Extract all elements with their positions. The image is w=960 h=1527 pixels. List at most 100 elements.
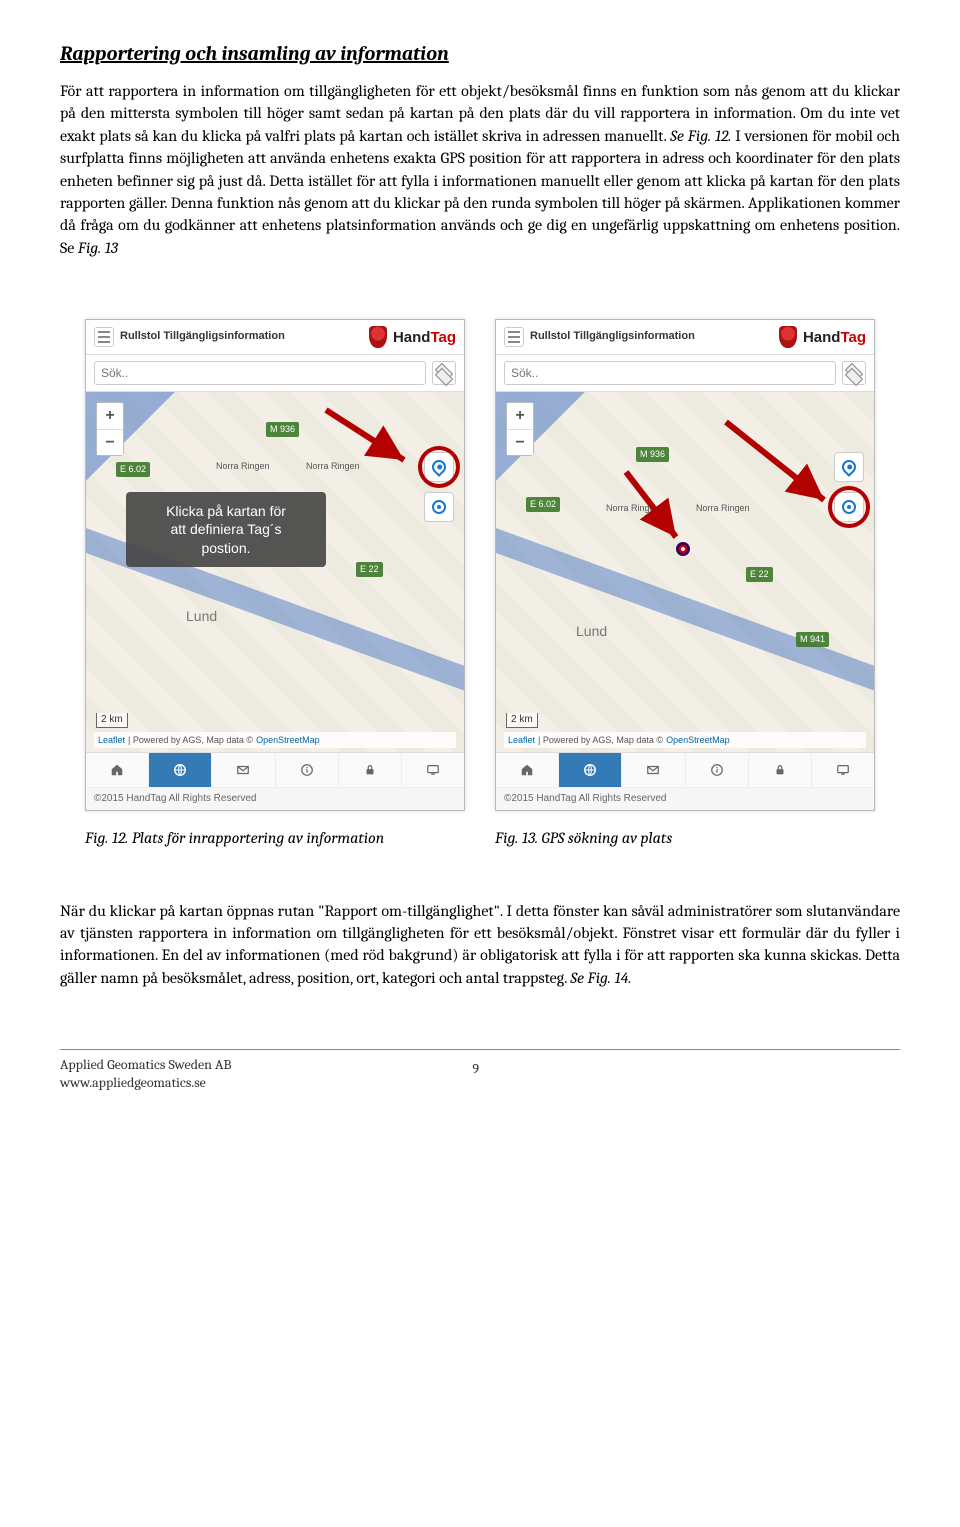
app-header-title: Rullstol Tillgängligsinformation bbox=[530, 329, 773, 344]
target-icon bbox=[842, 500, 856, 514]
scale-bar: 2 km bbox=[96, 713, 128, 728]
zoom-control: + − bbox=[96, 402, 124, 456]
attrib-mid: | Powered by AGS, Map data © bbox=[538, 734, 663, 747]
zoom-control: + − bbox=[506, 402, 534, 456]
road-label-e22: E 22 bbox=[356, 562, 383, 577]
road-label-m936: M 936 bbox=[636, 447, 669, 462]
label-norra-ringen-2: Norra Ringen bbox=[696, 502, 750, 515]
brand-part1: Hand bbox=[393, 329, 431, 346]
brand-part2: Tag bbox=[840, 329, 866, 346]
gps-button[interactable] bbox=[834, 492, 864, 522]
caption-fig13: Fig. 13. GPS sökning av plats bbox=[495, 827, 875, 849]
nav-globe[interactable] bbox=[559, 753, 622, 787]
nav-mail[interactable] bbox=[622, 753, 685, 787]
paragraph-2: När du klickar på kartan öppnas rutan "R… bbox=[60, 900, 900, 990]
footer-company-name: Applied Geomatics Sweden AB bbox=[60, 1056, 232, 1074]
brand-part2: Tag bbox=[430, 329, 456, 346]
footer-company-url: www.appliedgeomatics.se bbox=[60, 1074, 232, 1092]
tooltip-line2: att definiera Tag´s bbox=[140, 520, 312, 538]
map-side-buttons bbox=[424, 452, 454, 522]
zoom-in-button[interactable]: + bbox=[507, 403, 533, 429]
layers-icon[interactable] bbox=[432, 361, 456, 385]
para2-text: När du klickar på kartan öppnas rutan "R… bbox=[60, 902, 900, 987]
nav-home[interactable] bbox=[86, 753, 149, 787]
para1b-text: I versionen för mobil och surfplatta fin… bbox=[60, 127, 900, 257]
app-header-title: Rullstol Tillgängligsinformation bbox=[120, 329, 363, 344]
map-tooltip: Klicka på kartan för att definiera Tag´s… bbox=[126, 492, 326, 567]
osm-link[interactable]: OpenStreetMap bbox=[256, 734, 320, 747]
footer-separator bbox=[60, 1049, 900, 1050]
page-number: 9 bbox=[232, 1059, 720, 1079]
nav-desktop[interactable] bbox=[812, 753, 874, 787]
brand-logo: HandTag bbox=[803, 327, 866, 348]
map-canvas[interactable]: M 936 E 6.02 E 22 M 941 Norra Ringen Nor… bbox=[496, 392, 874, 752]
bottom-nav bbox=[496, 752, 874, 787]
search-bar bbox=[496, 355, 874, 392]
nav-globe[interactable] bbox=[149, 753, 212, 787]
nav-desktop[interactable] bbox=[402, 753, 464, 787]
zoom-out-button[interactable]: − bbox=[507, 429, 533, 455]
map-attribution: Leaflet | Powered by AGS, Map data © Ope… bbox=[94, 732, 456, 749]
map-attribution: Leaflet | Powered by AGS, Map data © Ope… bbox=[504, 732, 866, 749]
figures-row: Rullstol Tillgängligsinformation HandTag… bbox=[60, 319, 900, 849]
menu-icon[interactable] bbox=[504, 327, 524, 347]
leaflet-link[interactable]: Leaflet bbox=[98, 734, 125, 747]
road-label-m936: M 936 bbox=[266, 422, 299, 437]
paragraph-1: För att rapportera in information om til… bbox=[60, 80, 900, 259]
section-heading: Rapportering och insamling av informatio… bbox=[60, 40, 900, 68]
app-header: Rullstol Tillgängligsinformation HandTag bbox=[86, 320, 464, 355]
pin-button[interactable] bbox=[834, 452, 864, 482]
gps-button[interactable] bbox=[424, 492, 454, 522]
nav-lock[interactable] bbox=[749, 753, 812, 787]
pin-icon bbox=[429, 457, 449, 477]
label-norra-ringen: Norra Ringen bbox=[606, 502, 660, 515]
figure-13: Rullstol Tillgängligsinformation HandTag… bbox=[495, 319, 875, 849]
road-label-e602: E 6.02 bbox=[526, 497, 560, 512]
layers-icon[interactable] bbox=[842, 361, 866, 385]
pin-icon bbox=[839, 457, 859, 477]
label-norra-ringen: Norra Ringen bbox=[216, 460, 270, 473]
map-canvas[interactable]: M 936 E 6.02 E 22 Norra Ringen Norra Rin… bbox=[86, 392, 464, 752]
map-side-buttons bbox=[834, 452, 864, 522]
nav-info[interactable] bbox=[276, 753, 339, 787]
zoom-out-button[interactable]: − bbox=[97, 429, 123, 455]
footer-company: Applied Geomatics Sweden AB www.appliedg… bbox=[60, 1056, 232, 1092]
fig13-ref: Fig. 13 bbox=[78, 239, 118, 257]
phone-mockup-right: Rullstol Tillgängligsinformation HandTag… bbox=[495, 319, 875, 811]
brand-part1: Hand bbox=[803, 329, 841, 346]
leaflet-link[interactable]: Leaflet bbox=[508, 734, 535, 747]
road-label-e602: E 6.02 bbox=[116, 462, 150, 477]
gps-marker-icon bbox=[676, 542, 690, 556]
city-label-lund: Lund bbox=[186, 607, 217, 627]
fig14-ref: Se Fig. 14. bbox=[570, 969, 631, 987]
road-label-m941: M 941 bbox=[796, 632, 829, 647]
search-bar bbox=[86, 355, 464, 392]
road-label-e22: E 22 bbox=[746, 567, 773, 582]
zoom-in-button[interactable]: + bbox=[97, 403, 123, 429]
tooltip-line1: Klicka på kartan för bbox=[140, 502, 312, 520]
app-copyright: ©2015 HandTag All Rights Reserved bbox=[496, 787, 874, 810]
search-input[interactable] bbox=[504, 361, 836, 385]
fig12-ref: Se Fig. 12. bbox=[670, 127, 731, 145]
phone-mockup-left: Rullstol Tillgängligsinformation HandTag… bbox=[85, 319, 465, 811]
tooltip-line3: postion. bbox=[140, 539, 312, 557]
crest-icon bbox=[369, 326, 387, 348]
caption-fig12: Fig. 12. Plats för inrapportering av inf… bbox=[85, 827, 465, 849]
bottom-nav bbox=[86, 752, 464, 787]
osm-link[interactable]: OpenStreetMap bbox=[666, 734, 730, 747]
pin-button[interactable] bbox=[424, 452, 454, 482]
menu-icon[interactable] bbox=[94, 327, 114, 347]
app-copyright: ©2015 HandTag All Rights Reserved bbox=[86, 787, 464, 810]
app-header: Rullstol Tillgängligsinformation HandTag bbox=[496, 320, 874, 355]
nav-info[interactable] bbox=[686, 753, 749, 787]
figure-12: Rullstol Tillgängligsinformation HandTag… bbox=[85, 319, 465, 849]
scale-bar: 2 km bbox=[506, 713, 538, 728]
search-input[interactable] bbox=[94, 361, 426, 385]
nav-lock[interactable] bbox=[339, 753, 402, 787]
city-label-lund: Lund bbox=[576, 622, 607, 642]
label-norra-ringen-2: Norra Ringen bbox=[306, 460, 360, 473]
nav-mail[interactable] bbox=[212, 753, 275, 787]
crest-icon bbox=[779, 326, 797, 348]
nav-home[interactable] bbox=[496, 753, 559, 787]
attrib-mid: | Powered by AGS, Map data © bbox=[128, 734, 253, 747]
